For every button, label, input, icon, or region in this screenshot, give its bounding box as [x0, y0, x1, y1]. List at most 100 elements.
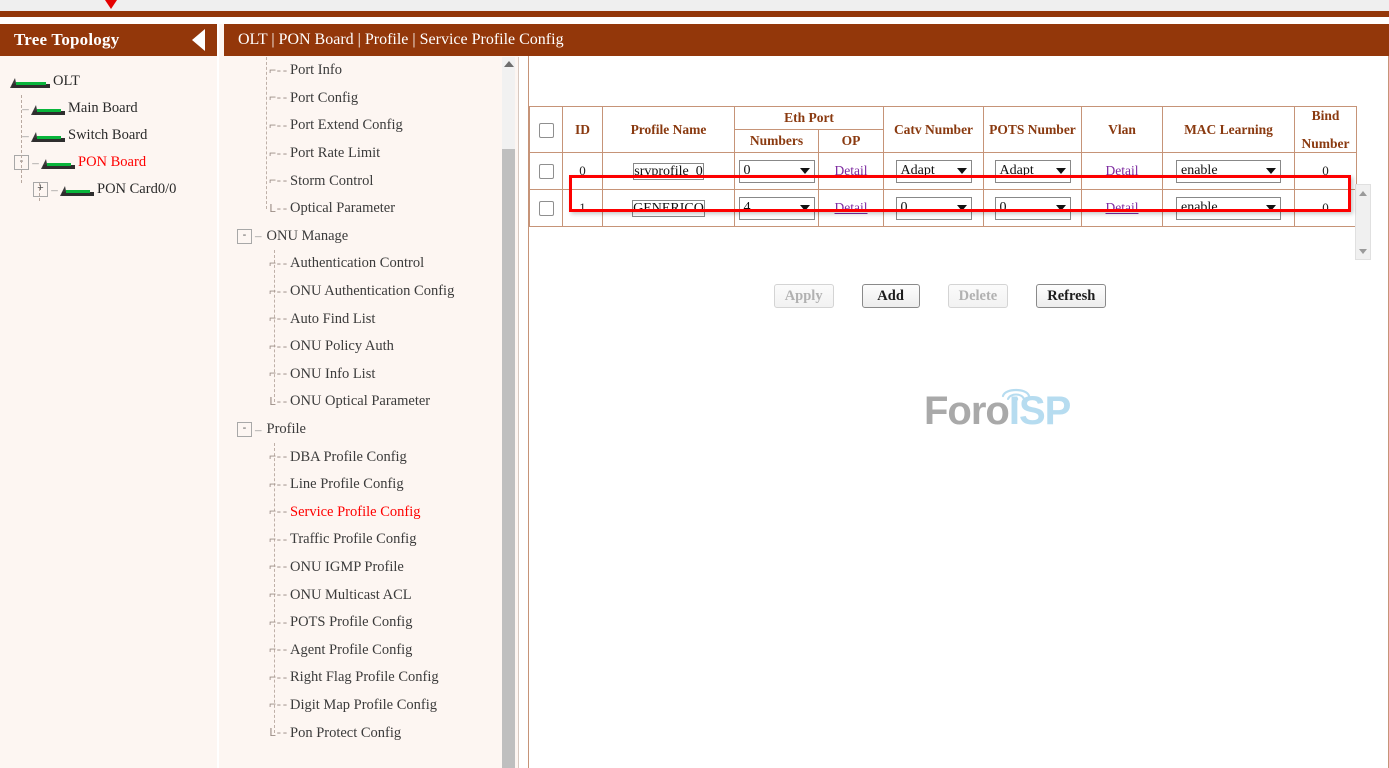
- select-all-checkbox[interactable]: [539, 123, 554, 138]
- column-header-eth-port: Eth Port: [735, 107, 884, 130]
- row-checkbox[interactable]: [539, 201, 554, 216]
- row-mac-learning-cell: enable: [1163, 190, 1295, 227]
- column-header-pots-number: POTS Number: [984, 107, 1082, 153]
- scroll-up-arrow-icon[interactable]: [1356, 187, 1370, 199]
- row-eth-numbers-cell: 4: [735, 190, 819, 227]
- scroll-down-arrow-icon[interactable]: [1356, 245, 1370, 257]
- bind-number-line2: Number: [1295, 136, 1356, 152]
- column-header-profile-name: Profile Name: [603, 107, 735, 153]
- column-header-catv-number: Catv Number: [884, 107, 984, 153]
- foroisp-watermark: ForoISP: [924, 386, 1074, 436]
- row-catv-number-cell: Adapt: [884, 153, 984, 190]
- tree-node-switch-board[interactable]: – Switch Board: [6, 122, 217, 149]
- chevron-down-icon: [800, 205, 810, 211]
- apply-button[interactable]: Apply: [774, 284, 834, 308]
- service-profile-table: ID Profile Name Eth Port Catv Number POT…: [529, 106, 1357, 227]
- eth-op-detail-link[interactable]: Detail: [835, 200, 868, 215]
- row-vlan-cell: Detail: [1082, 153, 1163, 190]
- pots-number-value: 0: [1000, 200, 1007, 216]
- pots-number-select[interactable]: 0: [995, 197, 1071, 220]
- catv-number-value: 0: [901, 200, 908, 216]
- row-id: 1: [563, 190, 603, 227]
- column-header-eth-op: OP: [819, 130, 884, 153]
- column-header-bind-number: Bind Number: [1295, 107, 1357, 153]
- tree-topology-title: Tree Topology: [14, 30, 119, 50]
- pots-number-value: Adapt: [1000, 163, 1034, 179]
- catv-number-select[interactable]: Adapt: [896, 160, 972, 183]
- column-header-eth-numbers: Numbers: [735, 130, 819, 153]
- catv-number-select[interactable]: 0: [896, 197, 972, 220]
- tree-branch-icon: –: [49, 182, 60, 198]
- tree-node-label: Switch Board: [68, 127, 147, 144]
- pots-number-select[interactable]: Adapt: [995, 160, 1071, 183]
- tree-topology-panel: Tree Topology OLT – Main Board –: [0, 24, 218, 768]
- table-scrollbar[interactable]: [1355, 184, 1371, 260]
- row-eth-op-cell: Detail: [819, 190, 884, 227]
- table-row[interactable]: 1 GENERICO 4 Detail: [530, 190, 1357, 227]
- action-button-row: Apply Add Delete Refresh: [529, 284, 1351, 308]
- row-select-cell[interactable]: [530, 153, 563, 190]
- row-bind-number: 0: [1295, 190, 1357, 227]
- mac-learning-value: enable: [1181, 163, 1218, 179]
- vlan-detail-link[interactable]: Detail: [1106, 200, 1139, 215]
- tree-expand-toggle[interactable]: +: [33, 182, 48, 197]
- add-button[interactable]: Add: [862, 284, 920, 308]
- row-catv-number-cell: 0: [884, 190, 984, 227]
- profile-name-input[interactable]: GENERICO: [632, 200, 705, 217]
- content-body: ID Profile Name Eth Port Catv Number POT…: [528, 56, 1389, 768]
- vlan-detail-link[interactable]: Detail: [1106, 163, 1139, 178]
- chevron-down-icon: [1056, 168, 1066, 174]
- column-header-vlan: Vlan: [1082, 107, 1163, 153]
- row-bind-number: 0: [1295, 153, 1357, 190]
- service-profile-table-container: ID Profile Name Eth Port Catv Number POT…: [529, 106, 1351, 227]
- eth-numbers-select[interactable]: 0: [739, 160, 815, 183]
- top-strip: [0, 0, 1389, 11]
- tree-node-pon-card[interactable]: + – PON Card0/0: [6, 176, 217, 203]
- top-gap: [0, 17, 1389, 24]
- row-id: 0: [563, 153, 603, 190]
- tree-branch-icon: –: [30, 155, 41, 171]
- tree-node-label: OLT: [53, 73, 80, 90]
- row-select-cell[interactable]: [530, 190, 563, 227]
- select-all-header[interactable]: [530, 107, 563, 153]
- chevron-down-icon: [1056, 205, 1066, 211]
- eth-op-detail-link[interactable]: Detail: [835, 163, 868, 178]
- tree-topology-body: OLT – Main Board – Switch Board - –: [0, 56, 217, 203]
- breadcrumb: OLT | PON Board | Profile | Service Prof…: [224, 24, 1389, 56]
- chevron-down-icon: [1266, 205, 1276, 211]
- eth-numbers-value: 4: [744, 200, 751, 216]
- bind-number-line1: Bind: [1295, 108, 1356, 124]
- profile-name-input[interactable]: srvprofile_0: [633, 163, 703, 180]
- mac-learning-value: enable: [1181, 200, 1218, 216]
- board-device-icon: [31, 102, 65, 115]
- table-row[interactable]: 0 srvprofile_0 0 Detail: [530, 153, 1357, 190]
- row-eth-numbers-cell: 0: [735, 153, 819, 190]
- column-header-id: ID: [563, 107, 603, 153]
- tree-node-olt[interactable]: OLT: [6, 68, 217, 95]
- chevron-down-icon: [957, 168, 967, 174]
- tree-topology-header: Tree Topology: [0, 24, 217, 56]
- row-pots-number-cell: 0: [984, 190, 1082, 227]
- watermark-part1: Foro: [924, 389, 1009, 433]
- olt-device-icon: [10, 75, 50, 88]
- tree-node-pon-board[interactable]: - – PON Board: [6, 149, 217, 176]
- pon-card-device-icon: [60, 183, 94, 196]
- delete-button[interactable]: Delete: [948, 284, 1009, 308]
- tree-node-main-board[interactable]: – Main Board: [6, 95, 217, 122]
- eth-numbers-value: 0: [744, 163, 751, 179]
- mac-learning-select[interactable]: enable: [1176, 160, 1281, 183]
- refresh-button[interactable]: Refresh: [1036, 284, 1106, 308]
- table-header-row-1: ID Profile Name Eth Port Catv Number POT…: [530, 107, 1357, 130]
- collapse-left-arrow-icon[interactable]: [192, 29, 205, 51]
- chevron-down-icon: [800, 168, 810, 174]
- mac-learning-select[interactable]: enable: [1176, 197, 1281, 220]
- board-device-icon: [41, 156, 75, 169]
- column-header-mac-learning: MAC Learning: [1163, 107, 1295, 153]
- row-profile-name-cell: srvprofile_0: [603, 153, 735, 190]
- content-area: OLT | PON Board | Profile | Service Prof…: [224, 24, 1389, 768]
- board-device-icon: [31, 129, 65, 142]
- eth-numbers-select[interactable]: 4: [739, 197, 815, 220]
- chevron-down-icon: [957, 205, 967, 211]
- row-checkbox[interactable]: [539, 164, 554, 179]
- row-vlan-cell: Detail: [1082, 190, 1163, 227]
